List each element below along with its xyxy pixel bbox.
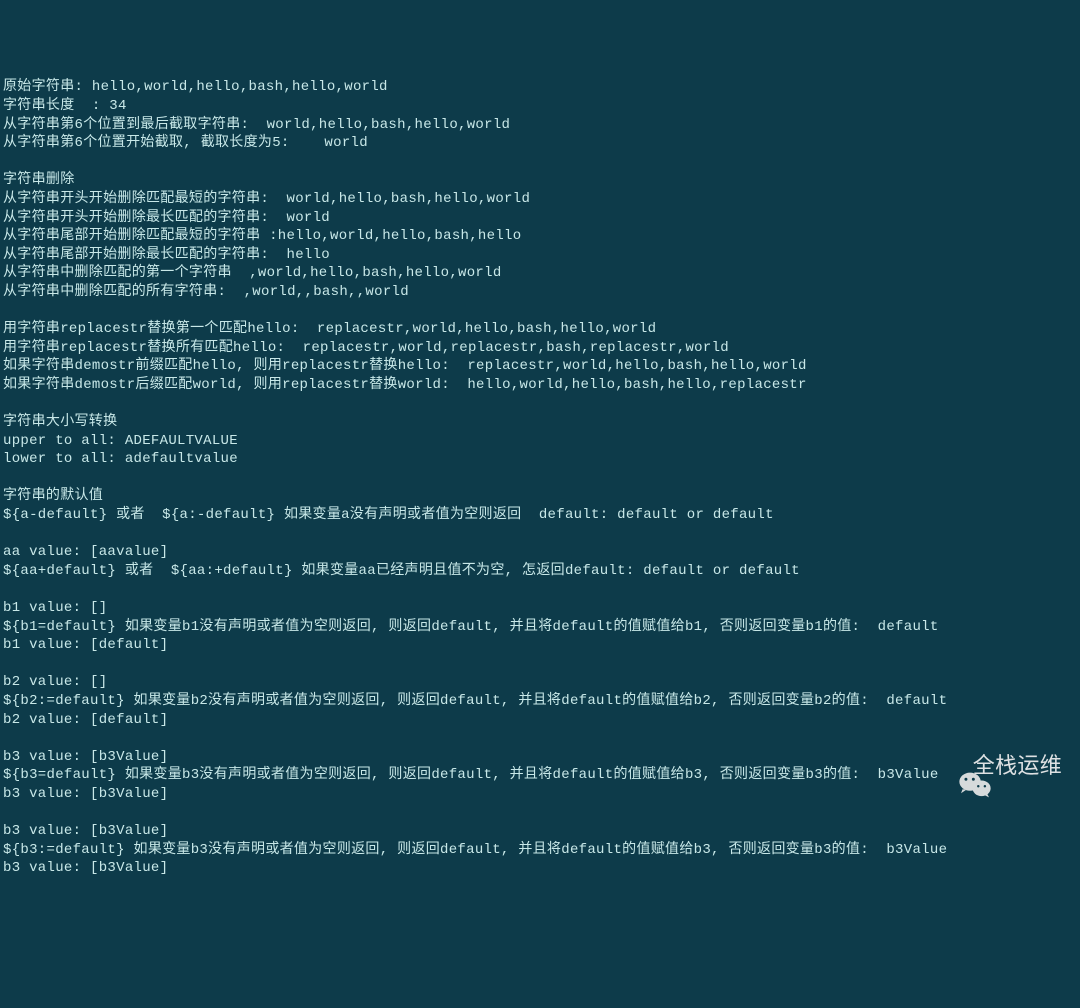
watermark: 全栈运维 (933, 752, 1062, 780)
terminal-output: 原始字符串: hello,world,hello,bash,hello,worl… (3, 78, 1077, 878)
terminal-line: 从字符串中删除匹配的所有字符串: ,world,,bash,,world (3, 283, 1077, 302)
terminal-line (3, 525, 1077, 544)
terminal-line: ${b3=default} 如果变量b3没有声明或者值为空则返回, 则返回def… (3, 766, 1077, 785)
terminal-line: 从字符串尾部开始删除最长匹配的字符串: hello (3, 246, 1077, 265)
terminal-line: ${aa+default} 或者 ${aa:+default} 如果变量aa已经… (3, 562, 1077, 581)
terminal-line: b2 value: [] (3, 673, 1077, 692)
terminal-line: 字符串删除 (3, 171, 1077, 190)
terminal-line: b1 value: [default] (3, 636, 1077, 655)
terminal-line (3, 469, 1077, 488)
terminal-line: b3 value: [b3Value] (3, 859, 1077, 878)
terminal-line: 如果字符串demostr后缀匹配world, 则用replacestr替换wor… (3, 376, 1077, 395)
terminal-line: ${b1=default} 如果变量b1没有声明或者值为空则返回, 则返回def… (3, 618, 1077, 637)
terminal-line: 从字符串尾部开始删除匹配最短的字符串 :hello,world,hello,ba… (3, 227, 1077, 246)
terminal-line: 用字符串replacestr替换第一个匹配hello: replacestr,w… (3, 320, 1077, 339)
terminal-line: ${a-default} 或者 ${a:-default} 如果变量a没有声明或… (3, 506, 1077, 525)
wechat-icon (933, 752, 967, 780)
terminal-line: b1 value: [] (3, 599, 1077, 618)
terminal-line: lower to all: adefaultvalue (3, 450, 1077, 469)
terminal-line (3, 804, 1077, 823)
terminal-line: 从字符串开头开始删除最长匹配的字符串: world (3, 209, 1077, 228)
terminal-line: b2 value: [default] (3, 711, 1077, 730)
terminal-line: upper to all: ADEFAULTVALUE (3, 432, 1077, 451)
terminal-line: 从字符串第6个位置到最后截取字符串: world,hello,bash,hell… (3, 116, 1077, 135)
terminal-line: 从字符串中删除匹配的第一个字符串 ,world,hello,bash,hello… (3, 264, 1077, 283)
terminal-line: 字符串长度 : 34 (3, 97, 1077, 116)
terminal-line: b3 value: [b3Value] (3, 748, 1077, 767)
terminal-line: b3 value: [b3Value] (3, 785, 1077, 804)
terminal-line: b3 value: [b3Value] (3, 822, 1077, 841)
terminal-line: 如果字符串demostr前缀匹配hello, 则用replacestr替换hel… (3, 357, 1077, 376)
terminal-line: 从字符串开头开始删除匹配最短的字符串: world,hello,bash,hel… (3, 190, 1077, 209)
terminal-line (3, 302, 1077, 321)
terminal-line (3, 655, 1077, 674)
terminal-line: 用字符串replacestr替换所有匹配hello: replacestr,wo… (3, 339, 1077, 358)
terminal-line (3, 394, 1077, 413)
terminal-line: 字符串的默认值 (3, 487, 1077, 506)
terminal-line: aa value: [aavalue] (3, 543, 1077, 562)
terminal-line: 原始字符串: hello,world,hello,bash,hello,worl… (3, 78, 1077, 97)
terminal-line (3, 153, 1077, 172)
terminal-line (3, 729, 1077, 748)
terminal-line: 从字符串第6个位置开始截取, 截取长度为5: world (3, 134, 1077, 153)
terminal-line: ${b3:=default} 如果变量b3没有声明或者值为空则返回, 则返回de… (3, 841, 1077, 860)
terminal-line (3, 580, 1077, 599)
terminal-line: 字符串大小写转换 (3, 413, 1077, 432)
terminal-line: ${b2:=default} 如果变量b2没有声明或者值为空则返回, 则返回de… (3, 692, 1077, 711)
